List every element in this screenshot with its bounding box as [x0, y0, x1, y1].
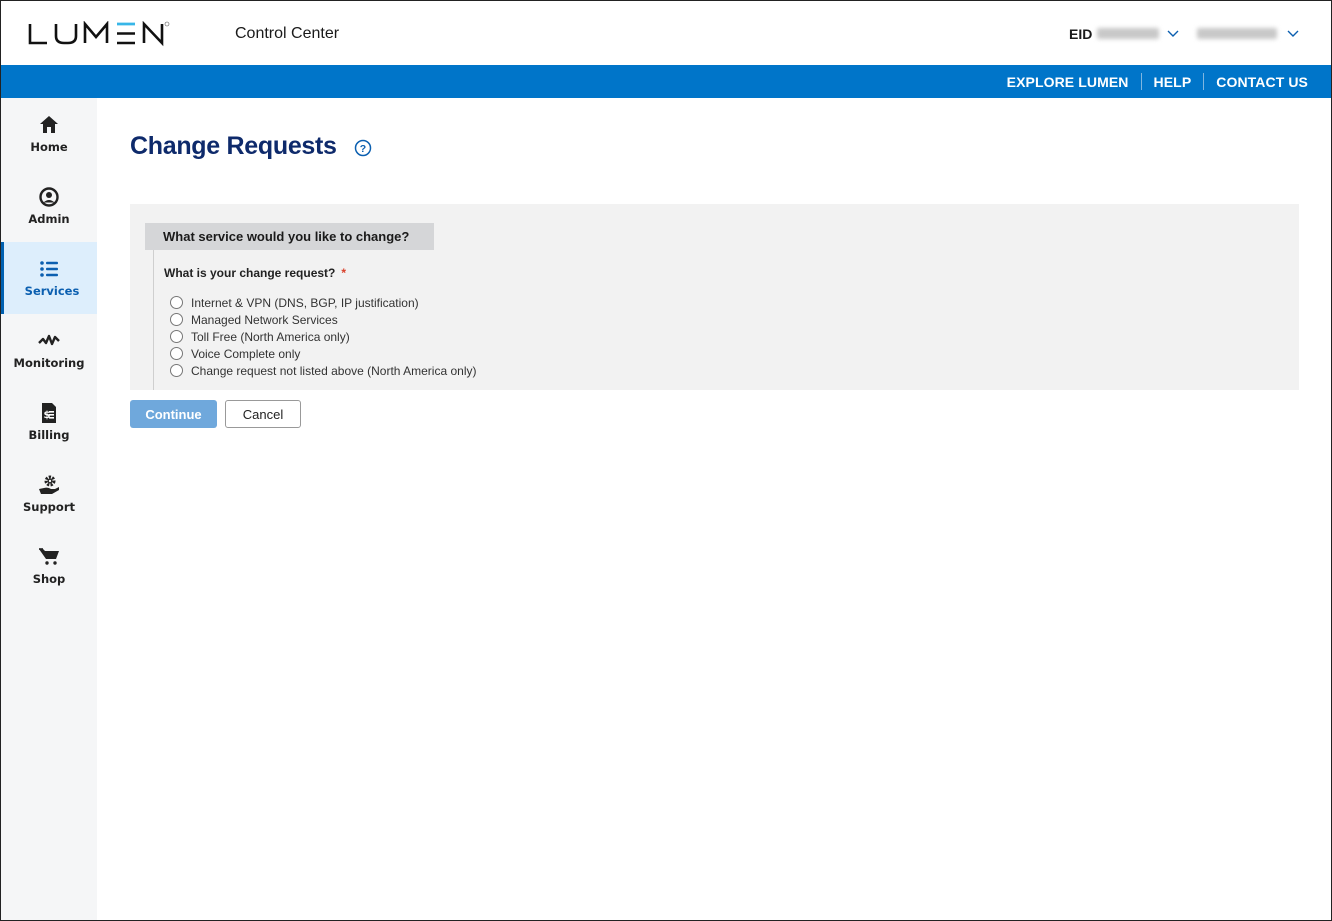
radio-button[interactable] — [170, 330, 183, 343]
page-title: Change Requests — [130, 132, 337, 160]
lumen-logo[interactable] — [28, 21, 170, 47]
cancel-button[interactable]: Cancel — [225, 400, 301, 428]
utility-nav-bar: EXPLORE LUMEN HELP CONTACT US — [1, 65, 1331, 98]
option-not-listed[interactable]: Change request not listed above (North A… — [170, 362, 477, 379]
sidebar-item-support[interactable]: Support — [1, 458, 97, 530]
cart-icon — [39, 548, 59, 565]
sidebar-item-label: Support — [22, 500, 75, 514]
eid-label: EID — [1069, 26, 1093, 42]
user-circle-icon — [39, 187, 59, 207]
option-label: Voice Complete only — [191, 346, 301, 361]
section-heading: What service would you like to change? — [145, 223, 434, 250]
home-icon — [40, 116, 58, 133]
eid-value-redacted[interactable] — [1097, 28, 1159, 39]
option-label: Internet & VPN (DNS, BGP, IP justificati… — [191, 295, 419, 310]
sidebar-item-label: Home — [30, 140, 68, 154]
option-label: Toll Free (North America only) — [191, 329, 350, 344]
sidebar-item-monitoring[interactable]: Monitoring — [1, 314, 97, 386]
radio-button[interactable] — [170, 364, 183, 377]
sidebar-item-label: Services — [24, 284, 80, 298]
radio-button[interactable] — [170, 347, 183, 360]
pulse-icon — [38, 334, 60, 346]
question-label: What is your change request? * — [164, 266, 346, 280]
user-menu-redacted[interactable] — [1197, 28, 1277, 39]
question-text: What is your change request? — [164, 266, 336, 280]
nav-divider — [1203, 73, 1205, 90]
option-toll-free[interactable]: Toll Free (North America only) — [170, 328, 477, 345]
top-header: Control Center EID — [1, 1, 1331, 65]
sidebar-item-shop[interactable]: Shop — [1, 530, 97, 602]
option-managed-network-services[interactable]: Managed Network Services — [170, 311, 477, 328]
app-title: Control Center — [235, 25, 340, 42]
option-internet-vpn[interactable]: Internet & VPN (DNS, BGP, IP justificati… — [170, 294, 477, 311]
sidebar-item-admin[interactable]: Admin — [1, 170, 97, 242]
svg-text:?: ? — [360, 143, 366, 155]
contact-us-link[interactable]: CONTACT US — [1216, 74, 1308, 90]
sidebar-item-label: Admin — [28, 212, 70, 226]
eid-chevron-down-icon[interactable] — [1166, 26, 1180, 40]
section-divider — [153, 250, 154, 390]
sidebar-item-label: Monitoring — [13, 356, 85, 370]
continue-button[interactable]: Continue — [130, 400, 217, 428]
sidebar-item-services[interactable]: Services — [1, 242, 97, 314]
option-voice-complete[interactable]: Voice Complete only — [170, 345, 477, 362]
radio-button[interactable] — [170, 296, 183, 309]
radio-button[interactable] — [170, 313, 183, 326]
help-link[interactable]: HELP — [1154, 74, 1192, 90]
list-icon — [40, 261, 58, 277]
sidebar-item-label: Billing — [28, 428, 70, 442]
explore-lumen-link[interactable]: EXPLORE LUMEN — [1007, 74, 1129, 90]
required-marker: * — [341, 266, 347, 280]
option-label: Change request not listed above (North A… — [191, 363, 477, 378]
invoice-icon: $ — [42, 403, 56, 423]
nav-divider — [1140, 73, 1142, 90]
change-request-form-panel: What service would you like to change? W… — [130, 204, 1299, 390]
option-label: Managed Network Services — [191, 312, 338, 327]
sidebar-item-label: Shop — [32, 572, 66, 586]
sidebar: Home Admin Services Monitoring $ Billing… — [1, 98, 97, 920]
change-request-options: Internet & VPN (DNS, BGP, IP justificati… — [170, 294, 477, 379]
sidebar-item-home[interactable]: Home — [1, 98, 97, 170]
support-gear-hand-icon — [39, 475, 59, 494]
sidebar-item-billing[interactable]: $ Billing — [1, 386, 97, 458]
user-chevron-down-icon[interactable] — [1286, 26, 1300, 40]
help-question-icon[interactable]: ? — [354, 139, 372, 157]
